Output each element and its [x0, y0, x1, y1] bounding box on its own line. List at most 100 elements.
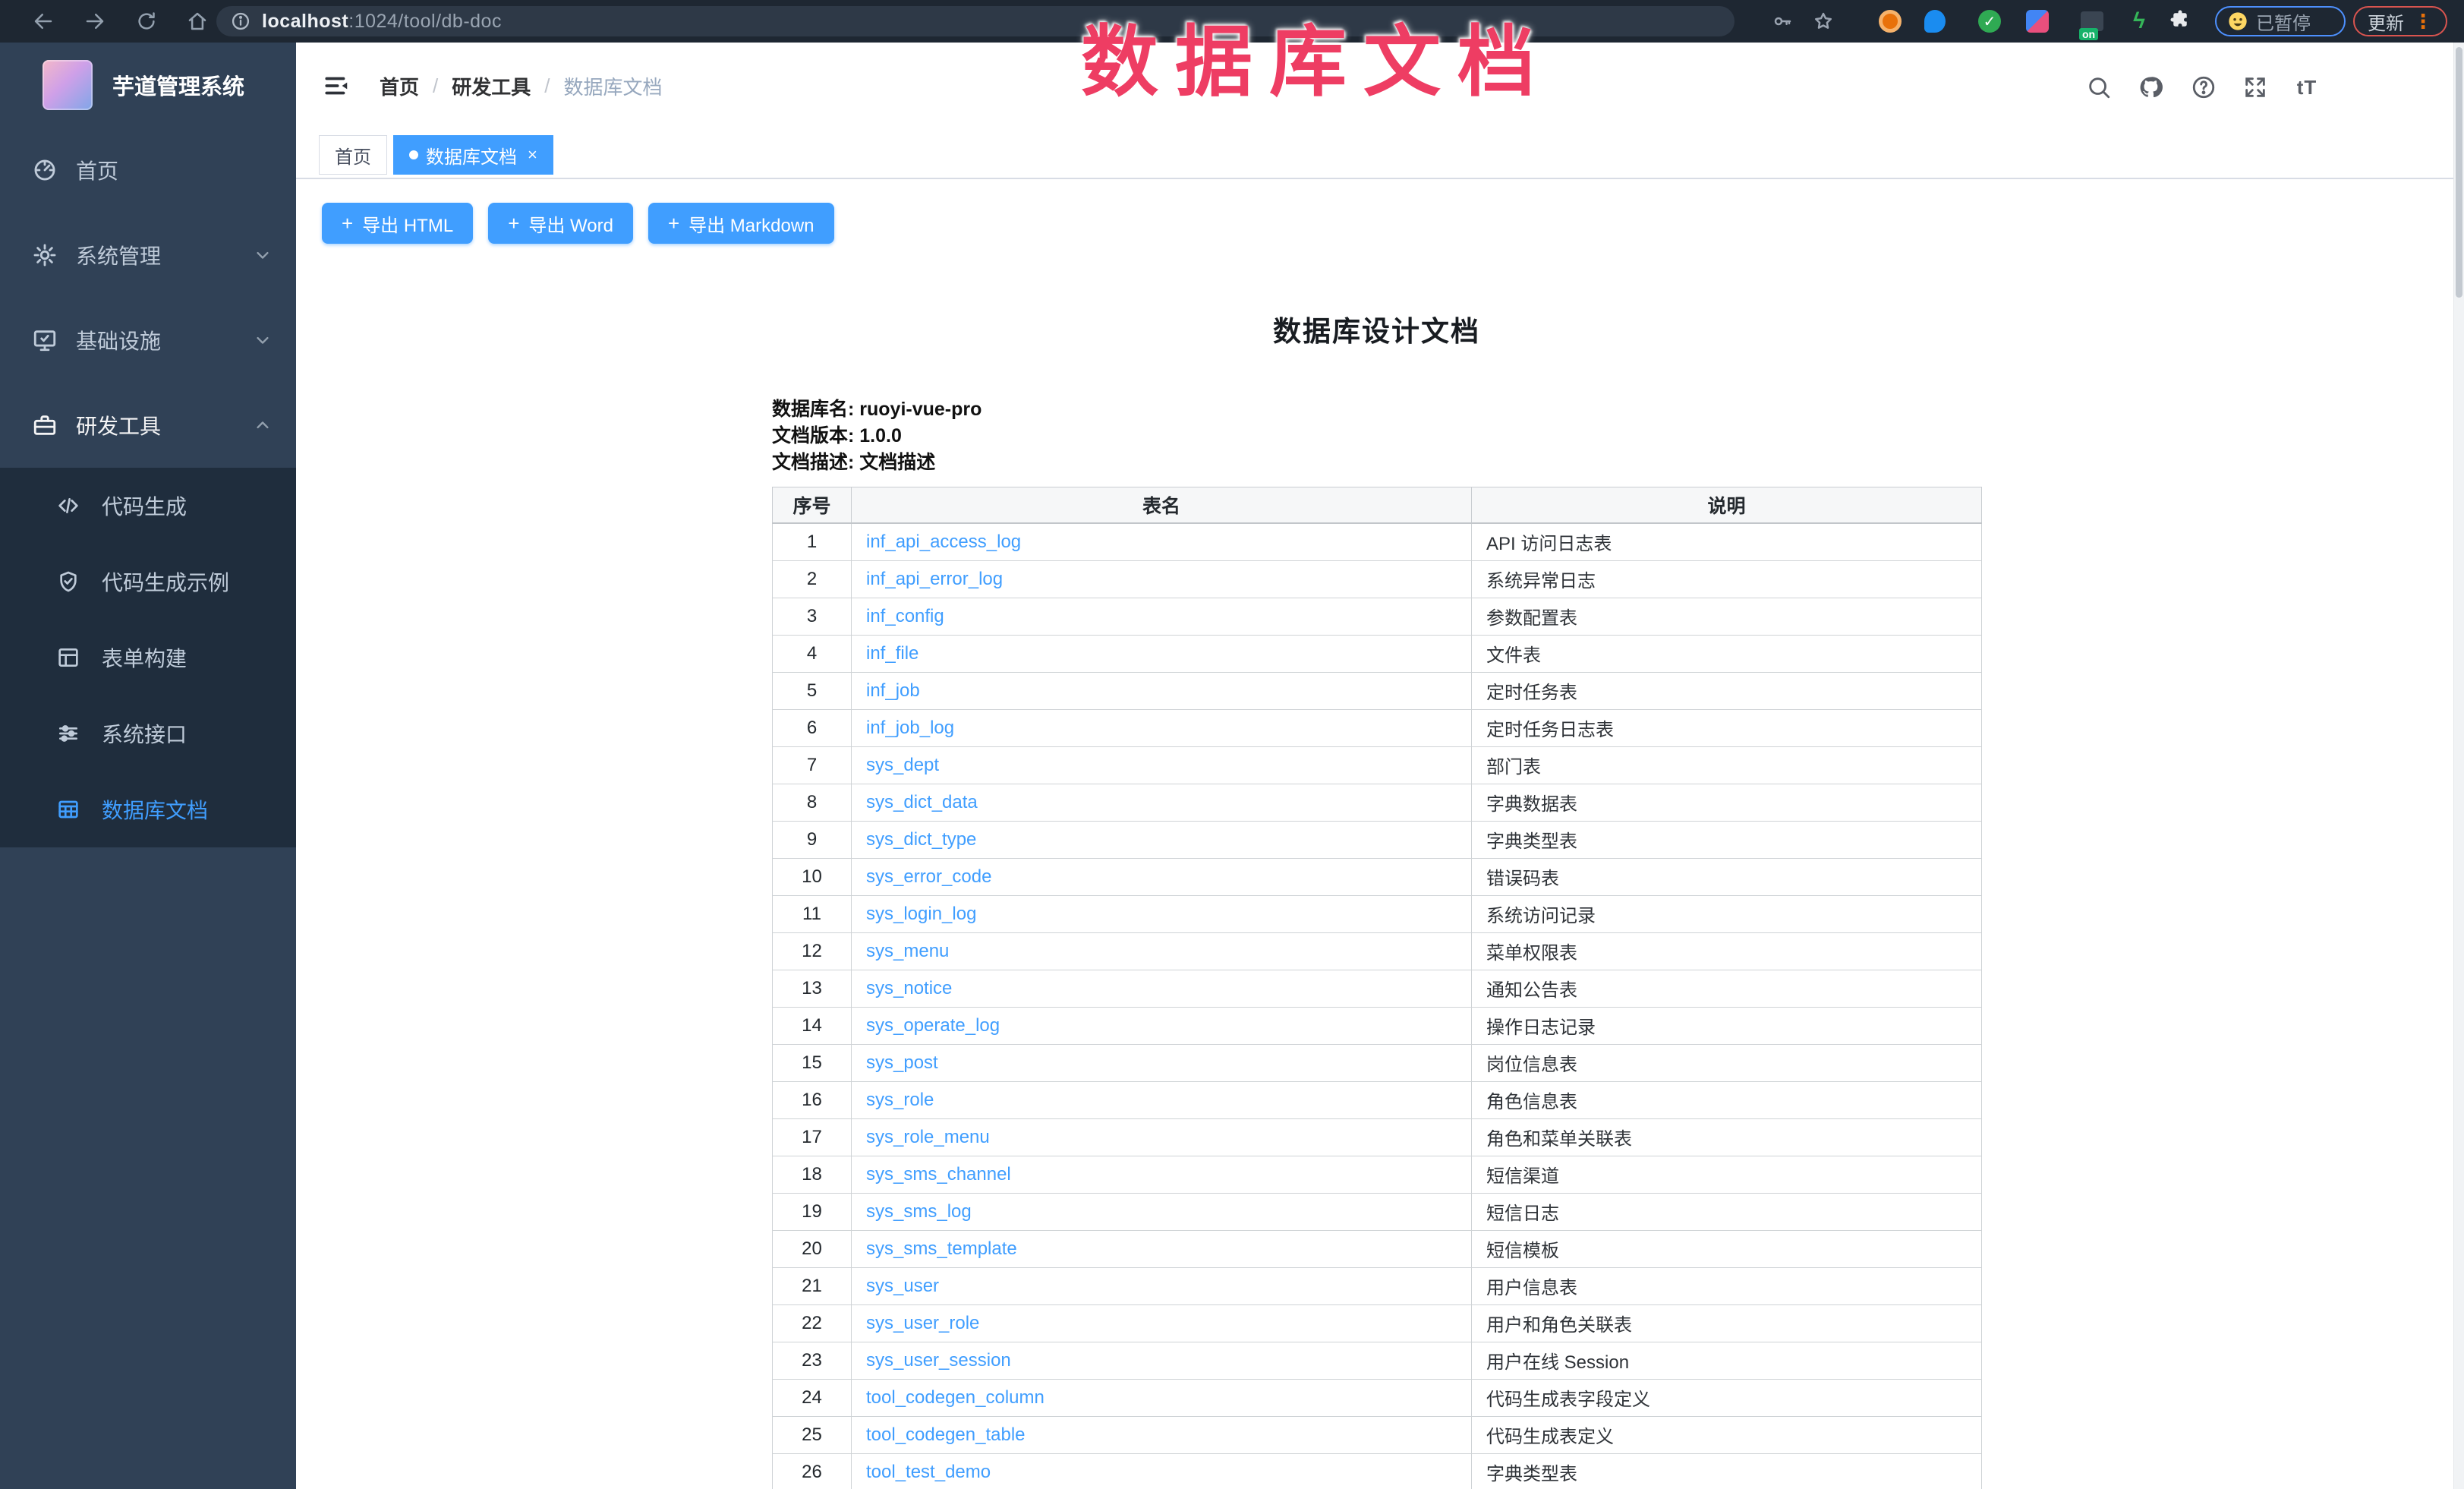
star-icon[interactable]: [1810, 8, 1837, 35]
table-row: 1inf_api_access_logAPI 访问日志表: [773, 523, 1982, 560]
table-name-link[interactable]: tool_codegen_table: [866, 1424, 1026, 1445]
table-name-link[interactable]: inf_api_access_log: [866, 532, 1021, 552]
sidebar-menu: 首页系统管理基础设施研发工具代码生成代码生成示例表单构建系统接口数据库文档: [0, 128, 296, 847]
row-index: 1: [773, 523, 852, 560]
export-button-导出 Markdown[interactable]: +导出 Markdown: [648, 203, 834, 244]
export-button-导出 Word[interactable]: +导出 Word: [488, 203, 633, 244]
table-desc-cell: 菜单权限表: [1472, 932, 1982, 970]
sidebar-item-基础设施[interactable]: 基础设施: [0, 298, 296, 383]
table-name-link[interactable]: sys_user: [866, 1276, 939, 1296]
fullscreen-icon[interactable]: [2241, 73, 2270, 102]
table-name-link[interactable]: sys_dept: [866, 755, 939, 775]
tab-首页[interactable]: 首页: [319, 135, 387, 175]
font-size-icon[interactable]: tT: [2292, 73, 2321, 102]
table-name-link[interactable]: sys_sms_log: [866, 1201, 972, 1222]
table-name-link[interactable]: sys_role_menu: [866, 1127, 990, 1147]
export-button-导出 HTML[interactable]: +导出 HTML: [322, 203, 473, 244]
table-name-link[interactable]: sys_sms_channel: [866, 1164, 1011, 1185]
tab-数据库文档[interactable]: 数据库文档×: [393, 135, 553, 175]
table-name-link[interactable]: sys_login_log: [866, 904, 976, 924]
table-desc-cell: 字典类型表: [1472, 821, 1982, 858]
table-name-link[interactable]: sys_user_session: [866, 1350, 1011, 1371]
table-name-link[interactable]: sys_post: [866, 1052, 938, 1073]
table-row: 17sys_role_menu角色和菜单关联表: [773, 1118, 1982, 1156]
breadcrumb-segment[interactable]: 首页: [380, 72, 419, 100]
puzzle-extension-icon[interactable]: [2166, 8, 2194, 35]
on-badge: on: [2079, 28, 2098, 40]
table-name-link[interactable]: inf_config: [866, 606, 944, 626]
help-icon[interactable]: [2189, 73, 2218, 102]
sidebar-subitem-系统接口[interactable]: 系统接口: [0, 696, 296, 771]
row-index: 26: [773, 1453, 852, 1489]
tables-index-table: 序号表名说明 1inf_api_access_logAPI 访问日志表2inf_…: [772, 487, 1982, 1489]
on-badge-extension-icon[interactable]: on: [2078, 8, 2106, 35]
update-button[interactable]: 更新 ⋮: [2353, 6, 2447, 36]
github-icon[interactable]: [2136, 73, 2165, 102]
table-name-link[interactable]: inf_job: [866, 680, 920, 701]
tab-close-icon[interactable]: ×: [528, 147, 537, 163]
table-name-link[interactable]: sys_error_code: [866, 866, 991, 887]
site-info-icon[interactable]: [230, 11, 251, 32]
orange-extension-icon[interactable]: [1876, 8, 1904, 35]
table-desc-cell: 系统访问记录: [1472, 895, 1982, 932]
green-s-extension-icon[interactable]: ϟ: [2125, 8, 2153, 35]
row-index: 16: [773, 1081, 852, 1118]
back-icon[interactable]: [29, 7, 58, 36]
table-name-link[interactable]: sys_sms_template: [866, 1238, 1017, 1259]
meta-label: 文档版本:: [772, 425, 854, 446]
table-name-cell: sys_role: [852, 1081, 1472, 1118]
table-name-link[interactable]: inf_file: [866, 643, 918, 664]
table-name-link[interactable]: tool_codegen_column: [866, 1387, 1045, 1408]
sidebar-subitem-代码生成示例[interactable]: 代码生成示例: [0, 544, 296, 620]
table-desc-cell: 部门表: [1472, 746, 1982, 784]
page-scrollbar[interactable]: [2453, 43, 2464, 1489]
green-check-extension-icon[interactable]: ✓: [1976, 8, 2003, 35]
table-name-link[interactable]: sys_menu: [866, 941, 949, 961]
table-name-link[interactable]: tool_test_demo: [866, 1462, 991, 1482]
sidebar-subitem-代码生成[interactable]: 代码生成: [0, 468, 296, 544]
forward-icon[interactable]: [80, 7, 109, 36]
table-name-link[interactable]: sys_dict_type: [866, 829, 976, 850]
table-row: 11sys_login_log系统访问记录: [773, 895, 1982, 932]
breadcrumb-segment[interactable]: 研发工具: [452, 72, 531, 100]
table-name-link[interactable]: sys_dict_data: [866, 792, 978, 812]
table-name-link[interactable]: sys_notice: [866, 978, 952, 998]
table-name-link[interactable]: inf_job_log: [866, 718, 954, 738]
blue-extension-icon[interactable]: [1921, 8, 1949, 35]
sidebar-subitem-表单构建[interactable]: 表单构建: [0, 620, 296, 696]
table-name-cell: sys_dict_type: [852, 821, 1472, 858]
export-button-label: 导出 Word: [528, 210, 613, 237]
doc-meta-line: 数据库名: ruoyi-vue-pro: [772, 396, 1981, 423]
profile-avatar-icon: [2227, 11, 2248, 32]
breadcrumb: 首页/研发工具/数据库文档: [380, 43, 663, 129]
table-row: 13sys_notice通知公告表: [773, 970, 1982, 1007]
hamburger-icon[interactable]: [322, 71, 351, 100]
row-index: 22: [773, 1304, 852, 1342]
table-row: 5inf_job定时任务表: [773, 672, 1982, 709]
row-index: 15: [773, 1044, 852, 1081]
scrollbar-thumb[interactable]: [2456, 47, 2462, 298]
sliders-icon: [56, 721, 80, 746]
sidebar-item-系统管理[interactable]: 系统管理: [0, 213, 296, 298]
sidebar-subitem-数据库文档[interactable]: 数据库文档: [0, 771, 296, 847]
app-logo-row[interactable]: 芋道管理系统: [0, 43, 296, 128]
sidebar: 芋道管理系统 首页系统管理基础设施研发工具代码生成代码生成示例表单构建系统接口数…: [0, 43, 296, 1489]
table-name-link[interactable]: sys_operate_log: [866, 1015, 1000, 1036]
profile-paused-chip[interactable]: 已暂停: [2215, 6, 2346, 36]
table-row: 10sys_error_code错误码表: [773, 858, 1982, 895]
table-name-link[interactable]: inf_api_error_log: [866, 569, 1003, 589]
table-desc-cell: 定时任务表: [1472, 672, 1982, 709]
table-name-link[interactable]: sys_role: [866, 1090, 934, 1110]
meta-value: 文档描述: [859, 452, 935, 473]
home-icon[interactable]: [183, 7, 212, 36]
browser-menu-icon[interactable]: ⋮: [2413, 11, 2433, 31]
sidebar-item-研发工具[interactable]: 研发工具: [0, 383, 296, 468]
sidebar-item-首页[interactable]: 首页: [0, 128, 296, 213]
key-icon[interactable]: [1769, 8, 1796, 35]
search-icon[interactable]: [2084, 73, 2113, 102]
grid-extension-icon[interactable]: [2024, 8, 2051, 35]
table-name-link[interactable]: sys_user_role: [866, 1313, 979, 1333]
table-name-cell: sys_user_role: [852, 1304, 1472, 1342]
reload-icon[interactable]: [132, 7, 161, 36]
row-index: 17: [773, 1118, 852, 1156]
